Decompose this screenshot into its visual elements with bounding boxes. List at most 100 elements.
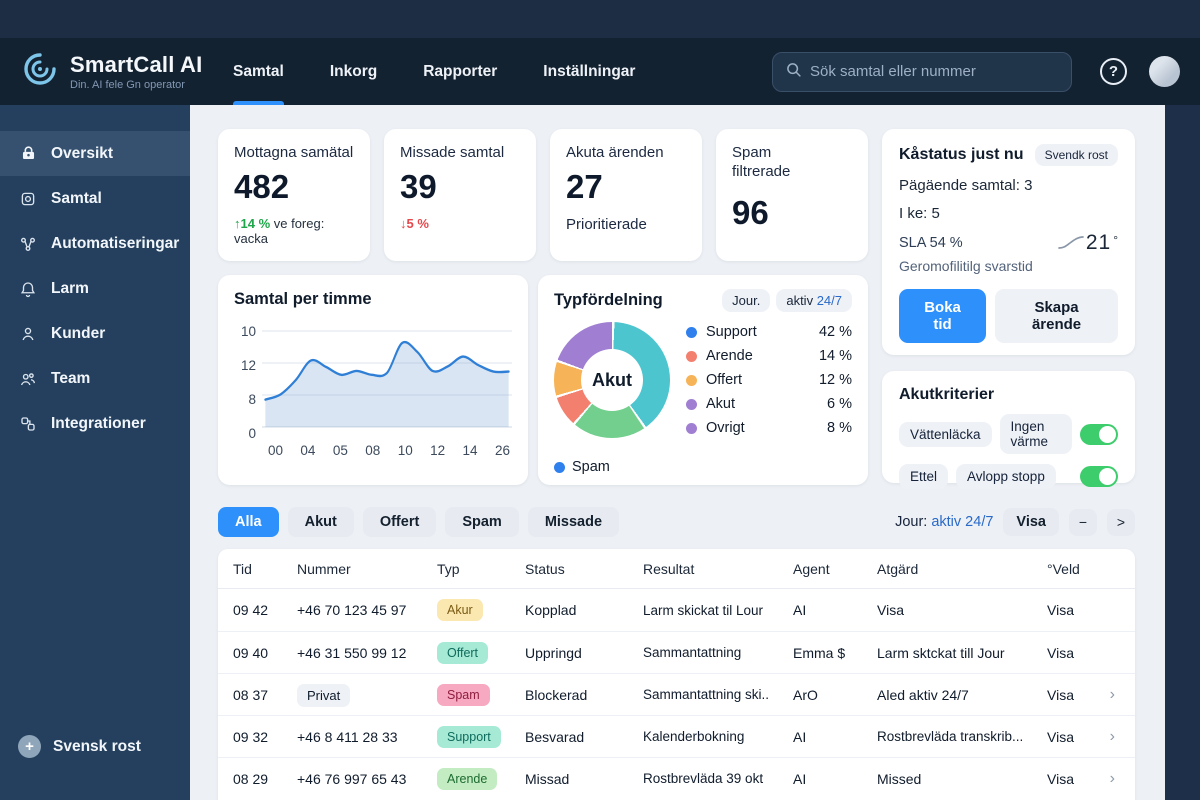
x-tick: 04 — [300, 443, 316, 458]
sidebar-footer-label: Svensk rost — [53, 737, 141, 755]
legend-dot — [554, 461, 565, 473]
table-row[interactable]: 09 32 +46 8 411 28 33 Support Besvarad K… — [218, 715, 1135, 757]
legend-label: Akut — [706, 396, 736, 412]
trend-up-text: ↑14 % — [234, 215, 271, 231]
sla-subtitle: Geromofilitilg svarstid — [899, 258, 1033, 274]
akutkriterier-title: Akutkriterier — [899, 386, 995, 403]
cell-veld-visa[interactable]: Visa — [1047, 687, 1097, 703]
hour-chart-card: Samtal per timme 10 12 8 0 00 04 05 08 1… — [218, 275, 528, 485]
sidebar-item-kunder[interactable]: Kunder — [0, 311, 190, 356]
cell-veld-visa[interactable]: Visa — [1047, 771, 1097, 787]
search-box[interactable] — [772, 51, 1072, 92]
top-strip — [0, 0, 1200, 38]
col-typ: Typ — [437, 560, 460, 577]
chevron-right-icon[interactable]: › — [1097, 686, 1115, 704]
aktiv-pill[interactable]: aktiv 24/7 — [776, 289, 852, 312]
avatar[interactable] — [1149, 56, 1180, 87]
y-tick: 10 — [240, 324, 256, 339]
kpi-missade-samtal: Missade samtal 39 ↓5 % — [384, 129, 536, 261]
toggle-on[interactable] — [1080, 466, 1118, 487]
cell-agent: AI — [793, 602, 807, 618]
chevron-right-icon[interactable]: › — [1097, 770, 1115, 788]
kpi-label: Akuta ärenden — [566, 144, 664, 161]
col-nummer: Nummer — [297, 560, 351, 577]
cell-atgard: Aled aktiv 24/7 — [877, 686, 969, 703]
header: SmartCall AI Din. AI fele Gn operator Sa… — [0, 38, 1200, 105]
typ-badge: Spam — [437, 683, 490, 706]
sidebar-item-label: Team — [51, 369, 91, 387]
cell-veld-visa[interactable]: Visa — [1047, 645, 1097, 661]
sidebar-item-label: Oversikt — [51, 144, 114, 162]
kpi-value: 482 — [234, 167, 290, 205]
tab-alla[interactable]: Alla — [218, 507, 279, 537]
sidebar-item-integrationer[interactable]: Integrationer — [0, 401, 190, 446]
nav-installningar[interactable]: Inställningar — [543, 38, 635, 105]
table-row[interactable]: 08 29 +46 76 997 65 43 Arende Missad Ros… — [218, 757, 1135, 799]
hour-chart-title: Samtal per timme — [234, 290, 372, 308]
cell-agent: ArO — [793, 686, 818, 703]
cell-nummer: +46 8 411 28 33 — [297, 728, 398, 745]
skapa-arende-button[interactable]: Skapa ärende — [995, 289, 1118, 343]
minus-button[interactable]: − — [1069, 508, 1097, 536]
tab-missade[interactable]: Missade — [527, 507, 620, 537]
sidebar-item-samtal[interactable]: Samtal — [0, 176, 190, 221]
legend-row: Ovrigt 8 % — [686, 420, 852, 436]
cell-veld-visa[interactable]: Visa — [1047, 602, 1097, 618]
cell-nummer: Privat — [297, 683, 437, 707]
visa-button[interactable]: Visa — [1003, 508, 1059, 536]
col-atgard: Atgärd — [877, 560, 919, 577]
cell-resultat: Kalenderbokning — [643, 729, 745, 744]
status-title: Kåstatus just nu — [899, 146, 1024, 163]
chip-ettel[interactable]: Ettel — [899, 464, 949, 489]
boka-tid-button[interactable]: Boka tid — [899, 289, 987, 343]
legend-row: Support 42 % — [686, 324, 852, 340]
chip-avlopp-stopp[interactable]: Avlopp stopp — [956, 464, 1056, 489]
chevron-right-icon[interactable]: › — [1097, 728, 1115, 746]
cell-status: Kopplad — [525, 602, 577, 618]
sidebar-item-team[interactable]: Team — [0, 356, 190, 401]
kpi-note: Prioritierade — [566, 215, 647, 233]
status-line-pagaende: Pägäende samtal: 3 — [899, 177, 1033, 194]
table-row[interactable]: 09 42 +46 70 123 45 97 Akur Kopplad Larm… — [218, 589, 1135, 631]
chip-vattenlacka[interactable]: Vättenläcka — [899, 421, 992, 447]
kpi-mottagna-samtal: Mottagna samätal 482 ↑14 % ve foreg: vac… — [218, 129, 370, 261]
table-row[interactable]: 08 37 Privat Spam Blockerad Sammantattni… — [218, 673, 1135, 715]
chart-area-fill — [265, 342, 509, 427]
person-icon — [18, 324, 38, 344]
tab-akut[interactable]: Akut — [287, 507, 354, 537]
sidebar-item-label: Kunder — [51, 324, 106, 342]
sidebar-item-oversikt[interactable]: Oversikt — [0, 131, 190, 176]
jour-pill[interactable]: Jour. — [722, 289, 771, 312]
cell-resultat: Sammantattning — [643, 645, 742, 660]
hour-chart-yaxis: 10 12 8 0 — [234, 319, 262, 441]
tab-offert[interactable]: Offert — [362, 507, 437, 537]
sidebar-footer-svensk-rost[interactable]: + Svensk rost — [18, 735, 141, 758]
chip-ingen-varme[interactable]: Ingen värme — [999, 414, 1072, 454]
tab-spam[interactable]: Spam — [445, 507, 519, 537]
table-header-row: Tid Nummer Typ Status Resultat Agent Atg… — [218, 549, 1135, 589]
next-button[interactable]: > — [1107, 508, 1135, 536]
nav-inkorg[interactable]: Inkorg — [330, 38, 377, 105]
table-row[interactable]: 09 40 +46 31 550 99 12 Offert Uppringd S… — [218, 631, 1135, 673]
lock-icon — [18, 144, 38, 164]
toggle-on[interactable] — [1080, 423, 1118, 445]
cell-typ: Arende — [437, 767, 525, 790]
nav-samtal[interactable]: Samtal — [233, 38, 284, 105]
main-nav: Samtal Inkorg Rapporter Inställningar — [233, 38, 635, 105]
cell-agent: AI — [793, 728, 807, 745]
degree-icon: ° — [1113, 233, 1118, 247]
sidebar-item-automatiseringar[interactable]: Automatiseringar — [0, 221, 190, 266]
sidebar-item-larm[interactable]: Larm — [0, 266, 190, 311]
sidebar-item-label: Automatiseringar — [51, 234, 180, 252]
search-input[interactable] — [810, 63, 1059, 80]
hour-line-chart — [262, 330, 512, 428]
help-icon[interactable]: ? — [1100, 58, 1127, 85]
kpi-row: Mottagna samätal 482 ↑14 % ve foreg: vac… — [218, 129, 868, 261]
cell-tid: 09 32 — [233, 728, 269, 745]
cell-veld-visa[interactable]: Visa — [1047, 729, 1097, 745]
nav-rapporter[interactable]: Rapporter — [423, 38, 497, 105]
y-tick: 8 — [248, 392, 256, 407]
legend-label: Support — [706, 324, 757, 340]
kpi-spam-filtrerade: Spam filtrerade 96 — [716, 129, 868, 261]
typ-badge: Offert — [437, 641, 489, 664]
